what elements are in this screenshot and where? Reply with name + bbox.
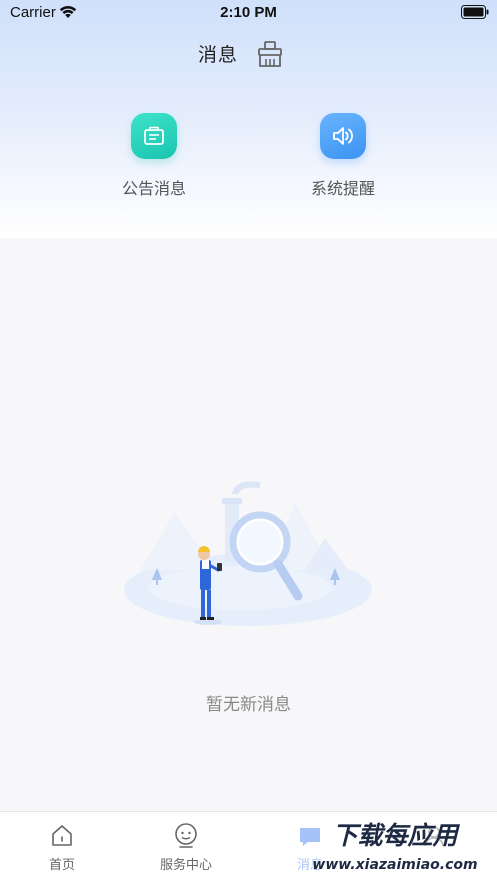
- empty-state-illustration: [124, 481, 372, 626]
- service-icon: [175, 823, 197, 848]
- watermark-logo: 下载每应用 www.xiazaimiao.com: [297, 814, 493, 878]
- category-system-button[interactable]: 系统提醒: [283, 113, 403, 199]
- tab-service-center[interactable]: 服务中心: [136, 822, 236, 873]
- category-notice-label: 公告消息: [121, 179, 186, 198]
- home-icon: [52, 825, 72, 846]
- clock: 2:10 PM: [220, 4, 277, 21]
- broom-icon[interactable]: [256, 40, 284, 68]
- watermark-title: 下载每应用: [332, 821, 460, 850]
- battery-icon: [461, 5, 489, 19]
- tab-service-label: 服务中心: [159, 858, 212, 873]
- notice-icon: [131, 113, 177, 159]
- empty-state-text: 暂无新消息: [206, 695, 291, 715]
- category-notice-button[interactable]: 公告消息: [94, 113, 214, 199]
- category-system-label: 系统提醒: [310, 179, 375, 198]
- speaker-icon: [320, 113, 366, 159]
- page-title: 消息: [198, 44, 239, 66]
- header-background: [0, 0, 497, 238]
- tab-home[interactable]: 首页: [12, 822, 112, 873]
- tab-home-label: 首页: [48, 858, 75, 873]
- status-bar: Carrier 2:10 PM: [0, 0, 497, 26]
- watermark-url: www.xiazaimiao.com: [312, 857, 477, 873]
